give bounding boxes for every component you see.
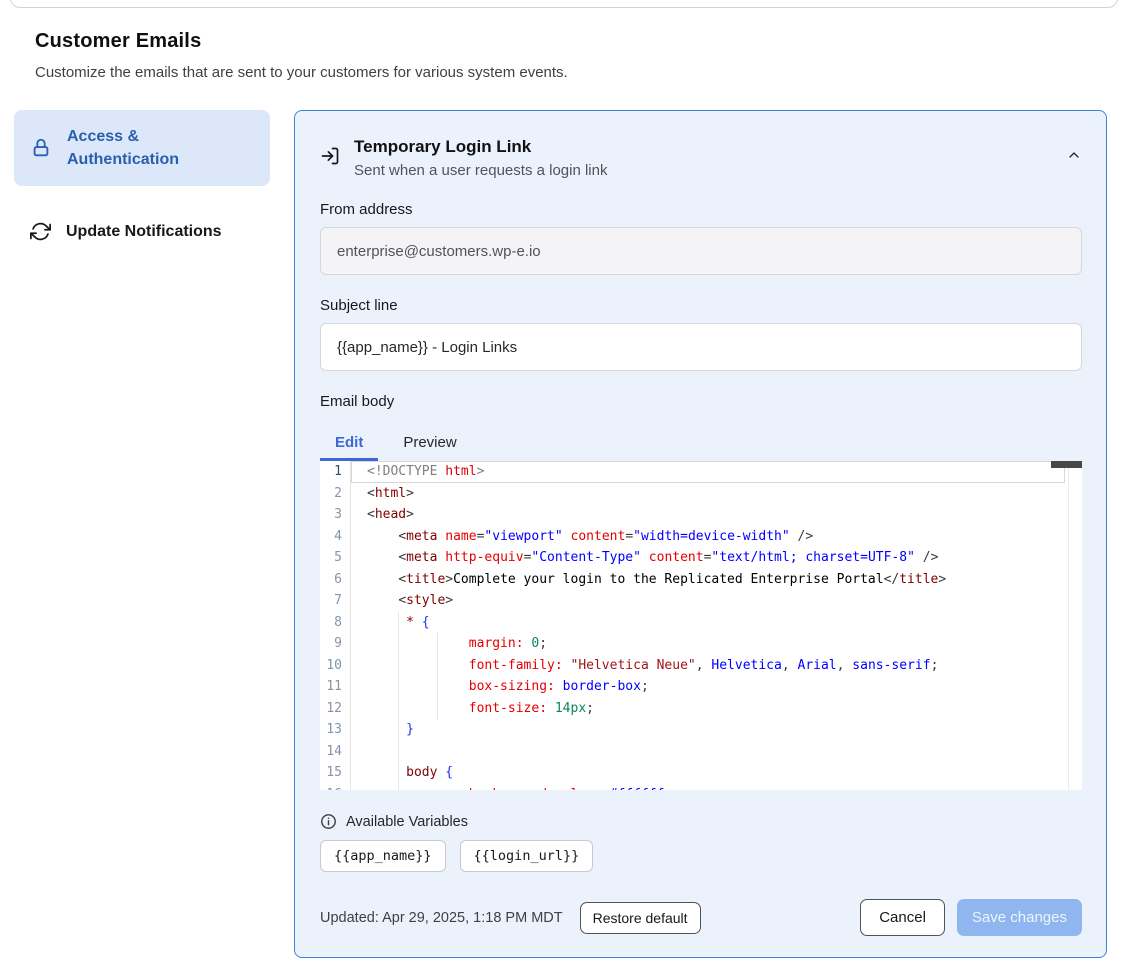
code-editor[interactable]: 1<!DOCTYPE html>2<html>3<head>4 <meta na…	[320, 461, 1082, 790]
line-content: <!DOCTYPE html>	[351, 461, 1065, 483]
login-icon	[320, 146, 340, 166]
code-line[interactable]: 6 <title>Complete your login to the Repl…	[320, 569, 1082, 591]
editor-tabs: Edit Preview	[320, 424, 1082, 461]
line-content: <title>Complete your login to the Replic…	[351, 569, 1065, 591]
panel-footer: Updated: Apr 29, 2025, 1:18 PM MDT Resto…	[320, 899, 1082, 936]
restore-default-button[interactable]: Restore default	[580, 902, 701, 934]
panel-title: Temporary Login Link	[354, 137, 607, 157]
line-number: 6	[320, 569, 351, 591]
save-changes-button[interactable]: Save changes	[957, 899, 1082, 936]
code-line[interactable]: 7 <style>	[320, 590, 1082, 612]
from-address-input[interactable]	[320, 227, 1082, 275]
tab-edit[interactable]: Edit	[320, 424, 378, 461]
code-line[interactable]: 5 <meta http-equiv="Content-Type" conten…	[320, 547, 1082, 569]
line-content: <meta http-equiv="Content-Type" content=…	[351, 547, 1065, 569]
code-line[interactable]: 8 * {	[320, 612, 1082, 634]
editor-lines: 1<!DOCTYPE html>2<html>3<head>4 <meta na…	[320, 461, 1082, 790]
sidebar-item-label: Update Notifications	[66, 220, 222, 243]
line-number: 2	[320, 483, 351, 505]
indent-guide	[437, 633, 438, 720]
line-number: 16	[320, 784, 351, 791]
page-description: Customize the emails that are sent to yo…	[35, 64, 1093, 81]
refresh-icon	[30, 221, 51, 242]
subject-line-input[interactable]	[320, 323, 1082, 371]
variable-chip[interactable]: {{login_url}}	[460, 840, 594, 872]
code-line[interactable]: 15 body {	[320, 762, 1082, 784]
line-content: font-size: 14px;	[351, 698, 1065, 720]
email-body-label: Email body	[320, 393, 1082, 410]
line-number: 10	[320, 655, 351, 677]
line-number: 14	[320, 741, 351, 763]
line-content: box-sizing: border-box;	[351, 676, 1065, 698]
sidebar: Access & Authentication Update Notificati…	[14, 110, 270, 259]
line-number: 4	[320, 526, 351, 548]
page-title: Customer Emails	[35, 30, 1093, 53]
code-line[interactable]: 10 font-family: "Helvetica Neue", Helvet…	[320, 655, 1082, 677]
code-line[interactable]: 11 box-sizing: border-box;	[320, 676, 1082, 698]
subject-line-label: Subject line	[320, 297, 1082, 314]
line-content: <meta name="viewport" content="width=dev…	[351, 526, 1065, 548]
line-number: 3	[320, 504, 351, 526]
chevron-up-icon[interactable]	[1066, 147, 1082, 163]
line-content: <style>	[351, 590, 1065, 612]
sidebar-item-label: Access & Authentication	[67, 125, 254, 171]
code-line[interactable]: 14	[320, 741, 1082, 763]
line-number: 13	[320, 719, 351, 741]
code-line[interactable]: 4 <meta name="viewport" content="width=d…	[320, 526, 1082, 548]
panel-subtitle: Sent when a user requests a login link	[354, 162, 607, 179]
panel-header: Temporary Login Link Sent when a user re…	[320, 137, 1082, 179]
line-number: 7	[320, 590, 351, 612]
sidebar-item-update-notifications[interactable]: Update Notifications	[14, 205, 270, 258]
page-header: Customer Emails Customize the emails tha…	[0, 0, 1128, 81]
line-content: font-family: "Helvetica Neue", Helvetica…	[351, 655, 1065, 677]
from-address-label: From address	[320, 201, 1082, 218]
previous-card-bottom-edge	[10, 0, 1118, 8]
line-content: body {	[351, 762, 1065, 784]
line-number: 8	[320, 612, 351, 634]
lock-icon	[30, 137, 52, 159]
code-line[interactable]: 9 margin: 0;	[320, 633, 1082, 655]
line-number: 9	[320, 633, 351, 655]
line-content: margin: 0;	[351, 633, 1065, 655]
variable-chip[interactable]: {{app_name}}	[320, 840, 446, 872]
line-number: 11	[320, 676, 351, 698]
line-number: 5	[320, 547, 351, 569]
main-row: Access & Authentication Update Notificati…	[0, 110, 1128, 958]
variable-chips: {{app_name}} {{login_url}}	[320, 840, 1082, 872]
tab-preview[interactable]: Preview	[388, 424, 471, 461]
line-content: * {	[351, 612, 1065, 634]
available-variables-header: Available Variables	[320, 813, 1082, 830]
sidebar-item-access-authentication[interactable]: Access & Authentication	[14, 110, 270, 186]
line-number: 12	[320, 698, 351, 720]
panel-title-block: Temporary Login Link Sent when a user re…	[354, 137, 607, 179]
line-number: 1	[320, 461, 351, 483]
email-settings-panel: Temporary Login Link Sent when a user re…	[294, 110, 1107, 958]
updated-timestamp: Updated: Apr 29, 2025, 1:18 PM MDT	[320, 910, 563, 926]
line-content: <html>	[351, 483, 1065, 505]
line-content: <head>	[351, 504, 1065, 526]
code-line[interactable]: 1<!DOCTYPE html>	[320, 461, 1082, 483]
editor-scrollbar[interactable]	[1068, 461, 1082, 790]
line-content	[351, 741, 1065, 763]
available-variables-label: Available Variables	[346, 814, 468, 830]
code-line[interactable]: 16 background-color: #ffffff;	[320, 784, 1082, 791]
indent-guide	[398, 612, 399, 790]
info-icon	[320, 813, 337, 830]
cancel-button[interactable]: Cancel	[860, 899, 945, 936]
editor-scrollbar-thumb[interactable]	[1051, 461, 1082, 468]
code-line[interactable]: 2<html>	[320, 483, 1082, 505]
code-line[interactable]: 13 }	[320, 719, 1082, 741]
line-content: }	[351, 719, 1065, 741]
code-line[interactable]: 12 font-size: 14px;	[320, 698, 1082, 720]
code-line[interactable]: 3<head>	[320, 504, 1082, 526]
line-number: 15	[320, 762, 351, 784]
line-content: background-color: #ffffff;	[351, 784, 1065, 791]
